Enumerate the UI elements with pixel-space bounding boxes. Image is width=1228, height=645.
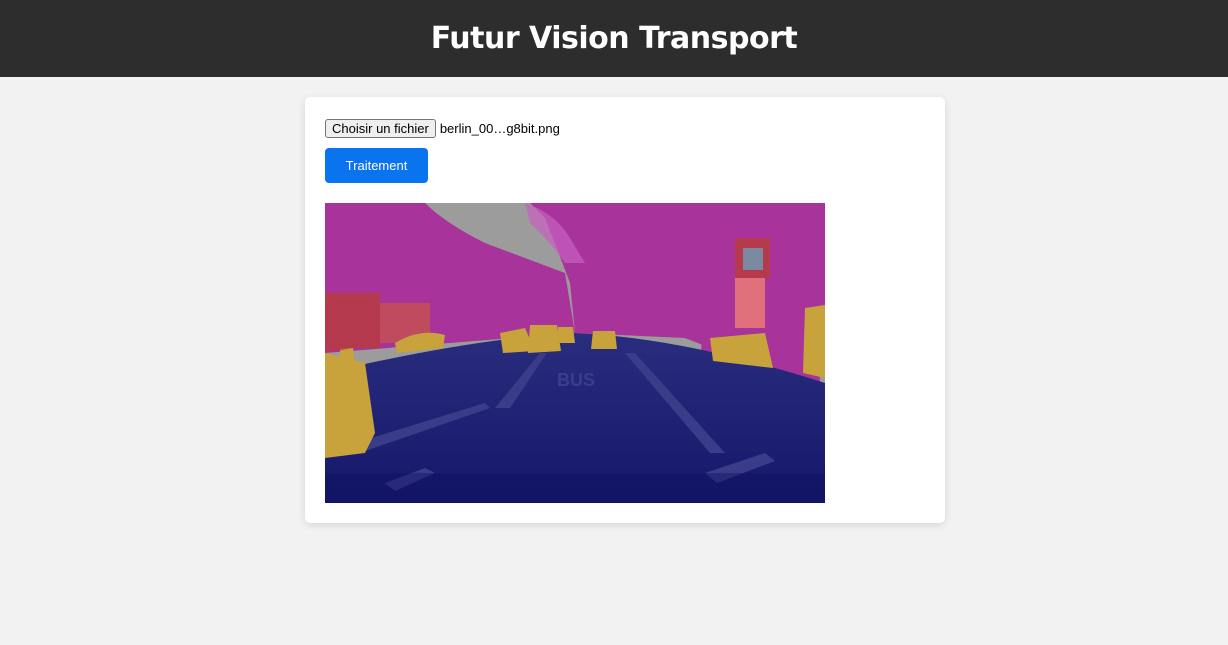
- selected-file-name: berlin_00…g8bit.png: [439, 120, 560, 136]
- app-title: Futur Vision Transport: [430, 21, 798, 56]
- segmentation-result-image: BUS: [325, 203, 825, 503]
- road-marking-text: BUS: [557, 370, 595, 390]
- choose-file-button[interactable]: Choisir un fichier: [325, 118, 436, 138]
- file-input-row: Choisir un fichier berlin_00…g8bit.png: [325, 118, 560, 138]
- upload-card: Choisir un fichier berlin_00…g8bit.png T…: [305, 97, 945, 523]
- app-header: Futur Vision Transport: [0, 0, 1228, 77]
- process-button[interactable]: Traitement: [325, 148, 428, 183]
